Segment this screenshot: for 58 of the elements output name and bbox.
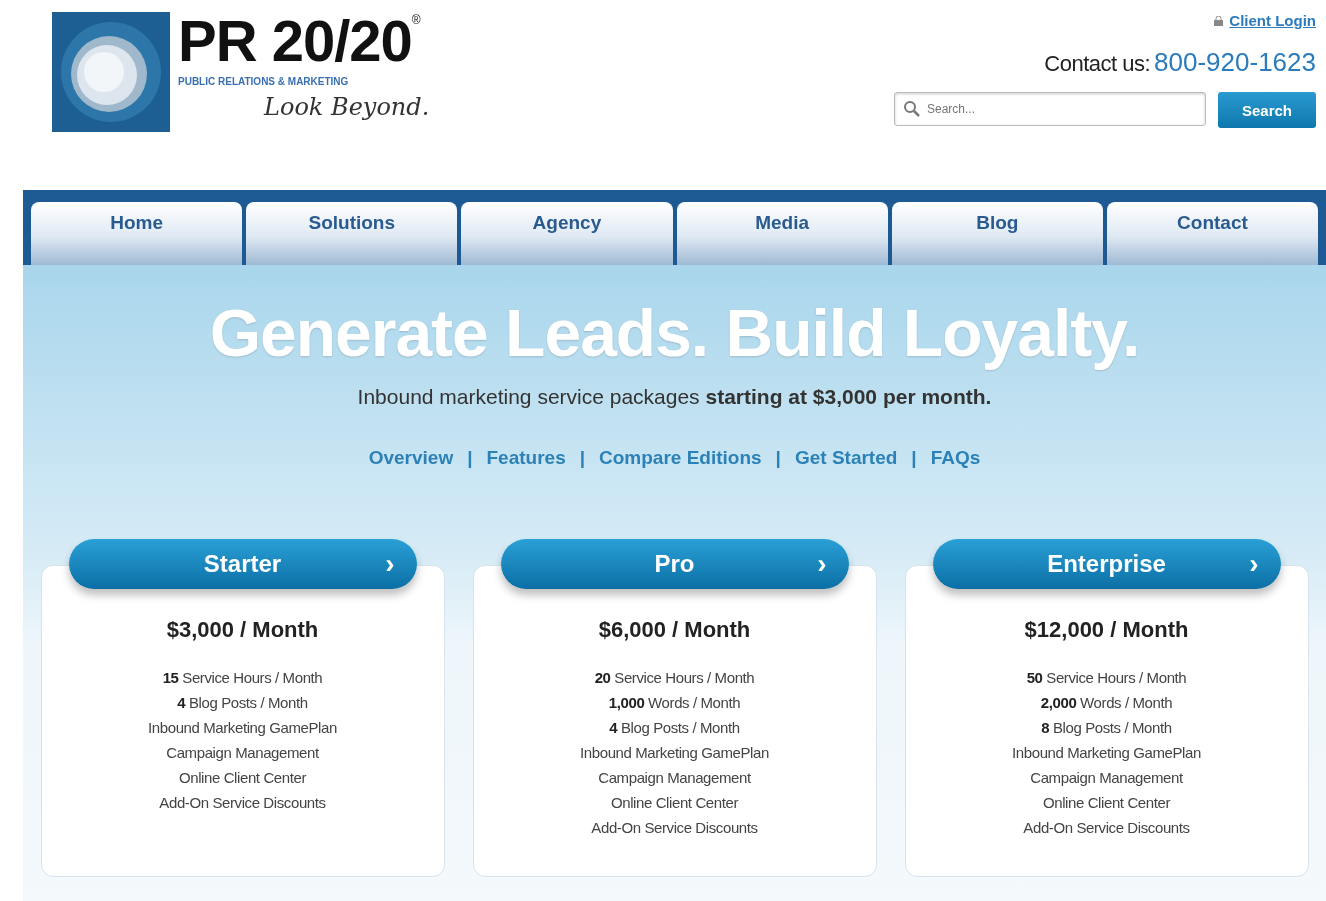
hero-title: Generate Leads. Build Loyalty. xyxy=(209,295,1140,371)
lock-icon xyxy=(1214,15,1224,26)
link-separator: | xyxy=(911,447,917,469)
plan-feature: Online Client Center xyxy=(178,769,307,787)
section-link[interactable]: Get Started xyxy=(794,447,898,469)
plan-feature: Add-On Service Discounts xyxy=(1023,819,1190,837)
plan-feature: Inbound Marketing GamePlan xyxy=(1012,744,1201,762)
plan-feature: Inbound Marketing GamePlan xyxy=(580,744,769,762)
nav-tab[interactable]: Agency xyxy=(461,202,673,265)
section-link[interactable]: Features xyxy=(486,447,566,469)
plan-feature: Online Client Center xyxy=(610,794,739,812)
logo-icon xyxy=(52,12,170,132)
plan-feature: 4 Blog Posts / Month xyxy=(609,719,740,737)
plan-feature: 8 Blog Posts / Month xyxy=(1041,719,1172,737)
plan-feature: Add-On Service Discounts xyxy=(159,794,326,812)
nav-tab[interactable]: Media xyxy=(676,202,888,265)
plan-feature: Online Client Center xyxy=(1042,794,1171,812)
section-link[interactable]: Overview xyxy=(368,447,454,469)
link-separator: | xyxy=(775,447,781,469)
plan-button[interactable]: Starter › xyxy=(68,539,417,589)
plan-feature: Campaign Management xyxy=(1030,769,1183,787)
search-icon xyxy=(903,100,921,118)
plan-feature: 15 Service Hours / Month xyxy=(162,669,323,687)
logo-tagline: Look Beyond. xyxy=(264,93,430,121)
plan-button[interactable]: Enterprise › xyxy=(932,539,1281,589)
chevron-icon: › xyxy=(1249,548,1259,580)
contact-label: Contact us: xyxy=(1044,51,1151,77)
plan-feature: 2,000 Words / Month xyxy=(1040,694,1173,712)
plan-feature: Campaign Management xyxy=(598,769,751,787)
section-link[interactable]: FAQs xyxy=(930,447,981,469)
plan-price: $12,000 / Month xyxy=(1024,617,1189,643)
section-link[interactable]: Compare Editions xyxy=(599,447,762,469)
chevron-icon: › xyxy=(817,548,827,580)
plan-button[interactable]: Pro › xyxy=(500,539,849,589)
plan-feature: Campaign Management xyxy=(166,744,319,762)
hero-subtitle: Inbound marketing service packages starting at $3,000 per month. xyxy=(357,385,992,409)
plan-feature: 20 Service Hours / Month xyxy=(594,669,755,687)
search-field[interactable]: Search... xyxy=(894,92,1206,126)
plan-price: $6,000 / Month xyxy=(598,617,751,643)
plan-feature: 50 Service Hours / Month xyxy=(1026,669,1187,687)
plan-feature: Add-On Service Discounts xyxy=(591,819,758,837)
link-separator: | xyxy=(579,447,586,469)
chevron-icon: › xyxy=(385,548,395,580)
nav-tab[interactable]: Solutions xyxy=(246,202,458,265)
search-button[interactable]: Search xyxy=(1218,92,1316,128)
nav-tab[interactable]: Home xyxy=(31,202,243,265)
plan-feature: 4 Blog Posts / Month xyxy=(177,694,308,712)
phone-number: 800-920-1623 xyxy=(1154,47,1316,78)
client-login-link[interactable]: Client Login xyxy=(1229,12,1316,29)
link-separator: | xyxy=(467,447,473,469)
registered-mark: ® xyxy=(411,12,420,27)
plan-feature: Inbound Marketing GamePlan xyxy=(148,719,337,737)
logo-name: PR 20/20 xyxy=(178,12,412,70)
plan-price: $3,000 / Month xyxy=(166,617,319,643)
nav-tab[interactable]: Contact xyxy=(1106,202,1319,265)
logo-subtitle: PUBLIC RELATIONS & MARKETING xyxy=(178,76,350,87)
nav-tab[interactable]: Blog xyxy=(891,202,1103,265)
plan-feature: 1,000 Words / Month xyxy=(608,694,741,712)
